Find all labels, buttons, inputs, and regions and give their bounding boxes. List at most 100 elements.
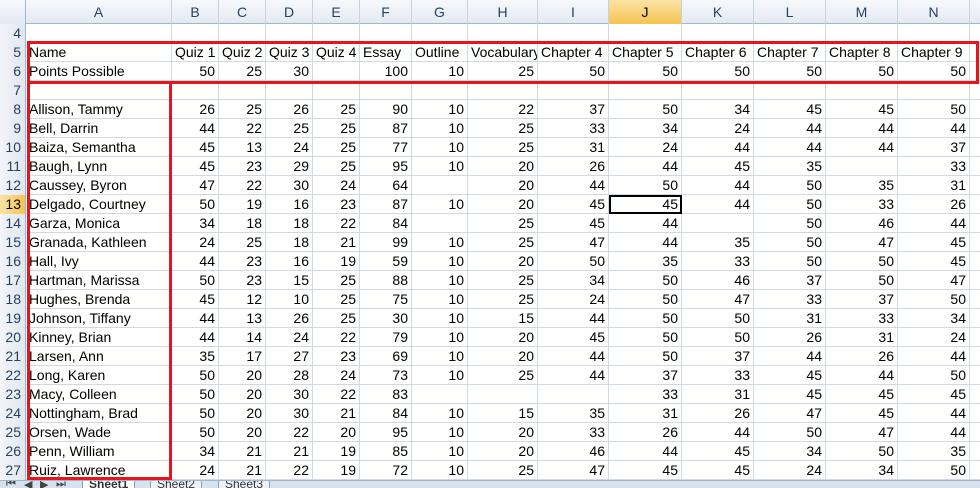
cell-i20[interactable]: 45 bbox=[538, 328, 609, 347]
cell-c10[interactable]: 13 bbox=[219, 138, 266, 157]
cell-i12[interactable]: 44 bbox=[538, 176, 609, 195]
cell-f24[interactable]: 84 bbox=[360, 404, 412, 423]
cell-n26[interactable]: 35 bbox=[898, 442, 970, 461]
column-header-j[interactable]: J bbox=[609, 0, 682, 24]
cell-m27[interactable]: 34 bbox=[826, 461, 898, 480]
cell-j4[interactable] bbox=[609, 24, 682, 43]
cell-n14[interactable]: 44 bbox=[898, 214, 970, 233]
cell-e27[interactable]: 19 bbox=[313, 461, 360, 480]
cell-l14[interactable]: 50 bbox=[754, 214, 826, 233]
cell-f25[interactable]: 95 bbox=[360, 423, 412, 442]
cell-d24[interactable]: 30 bbox=[266, 404, 313, 423]
cell-g27[interactable]: 10 bbox=[412, 461, 468, 480]
cell-e5[interactable]: Quiz 4 bbox=[313, 43, 360, 62]
cell-m25[interactable]: 47 bbox=[826, 423, 898, 442]
cell-c27[interactable]: 21 bbox=[219, 461, 266, 480]
cell-h27[interactable]: 25 bbox=[468, 461, 538, 480]
cell-d5[interactable]: Quiz 3 bbox=[266, 43, 313, 62]
cell-c21[interactable]: 17 bbox=[219, 347, 266, 366]
cell-f11[interactable]: 95 bbox=[360, 157, 412, 176]
cell-c24[interactable]: 20 bbox=[219, 404, 266, 423]
cell-g23[interactable] bbox=[412, 385, 468, 404]
prev-sheet-nav-icon[interactable]: ◀ bbox=[24, 481, 32, 488]
cell-b27[interactable]: 24 bbox=[172, 461, 219, 480]
cell-k17[interactable]: 46 bbox=[682, 271, 754, 290]
cell-k27[interactable]: 45 bbox=[682, 461, 754, 480]
column-header-b[interactable]: B bbox=[172, 0, 219, 24]
cell-a13[interactable]: Delgado, Courtney bbox=[26, 195, 172, 214]
cell-b26[interactable]: 34 bbox=[172, 442, 219, 461]
cell-a5[interactable]: Name bbox=[26, 43, 172, 62]
cell-m21[interactable]: 26 bbox=[826, 347, 898, 366]
cell-f19[interactable]: 30 bbox=[360, 309, 412, 328]
row-header-21[interactable]: 21 bbox=[0, 347, 26, 366]
cell-d21[interactable]: 27 bbox=[266, 347, 313, 366]
cell-n24[interactable]: 44 bbox=[898, 404, 970, 423]
cell-j26[interactable]: 44 bbox=[609, 442, 682, 461]
cell-e25[interactable]: 20 bbox=[313, 423, 360, 442]
cell-j8[interactable]: 50 bbox=[609, 100, 682, 119]
cell-l5[interactable]: Chapter 7 bbox=[754, 43, 826, 62]
sheet-tab-sheet3[interactable]: Sheet3 bbox=[218, 481, 271, 488]
cell-d6[interactable]: 30 bbox=[266, 62, 313, 81]
cell-m22[interactable]: 44 bbox=[826, 366, 898, 385]
cell-b23[interactable]: 50 bbox=[172, 385, 219, 404]
row-header-19[interactable]: 19 bbox=[0, 309, 26, 328]
cell-d13[interactable]: 16 bbox=[266, 195, 313, 214]
cell-c11[interactable]: 23 bbox=[219, 157, 266, 176]
cell-d17[interactable]: 15 bbox=[266, 271, 313, 290]
cell-c14[interactable]: 18 bbox=[219, 214, 266, 233]
cell-g17[interactable]: 10 bbox=[412, 271, 468, 290]
cell-n10[interactable]: 37 bbox=[898, 138, 970, 157]
cell-c7[interactable] bbox=[219, 81, 266, 100]
cell-k12[interactable]: 44 bbox=[682, 176, 754, 195]
cell-i25[interactable]: 33 bbox=[538, 423, 609, 442]
cell-a14[interactable]: Garza, Monica bbox=[26, 214, 172, 233]
cell-j24[interactable]: 31 bbox=[609, 404, 682, 423]
cell-e6[interactable] bbox=[313, 62, 360, 81]
cell-n19[interactable]: 34 bbox=[898, 309, 970, 328]
cell-l15[interactable]: 50 bbox=[754, 233, 826, 252]
cell-h25[interactable]: 20 bbox=[468, 423, 538, 442]
row-header-15[interactable]: 15 bbox=[0, 233, 26, 252]
cell-n6[interactable]: 50 bbox=[898, 62, 970, 81]
cell-b19[interactable]: 44 bbox=[172, 309, 219, 328]
cell-e22[interactable]: 24 bbox=[313, 366, 360, 385]
cell-i26[interactable]: 46 bbox=[538, 442, 609, 461]
cell-d12[interactable]: 30 bbox=[266, 176, 313, 195]
cell-c15[interactable]: 25 bbox=[219, 233, 266, 252]
cell-h5[interactable]: Vocabulary bbox=[468, 43, 538, 62]
row-header-23[interactable]: 23 bbox=[0, 385, 26, 404]
cell-d20[interactable]: 24 bbox=[266, 328, 313, 347]
cell-k20[interactable]: 50 bbox=[682, 328, 754, 347]
row-header-14[interactable]: 14 bbox=[0, 214, 26, 233]
cell-e15[interactable]: 21 bbox=[313, 233, 360, 252]
cell-l9[interactable]: 44 bbox=[754, 119, 826, 138]
cell-k19[interactable]: 50 bbox=[682, 309, 754, 328]
cell-f18[interactable]: 75 bbox=[360, 290, 412, 309]
cell-m10[interactable]: 44 bbox=[826, 138, 898, 157]
cell-k5[interactable]: Chapter 6 bbox=[682, 43, 754, 62]
cell-j17[interactable]: 50 bbox=[609, 271, 682, 290]
cell-b6[interactable]: 50 bbox=[172, 62, 219, 81]
cell-g18[interactable]: 10 bbox=[412, 290, 468, 309]
column-header-c[interactable]: C bbox=[219, 0, 266, 24]
cell-a21[interactable]: Larsen, Ann bbox=[26, 347, 172, 366]
cell-e7[interactable] bbox=[313, 81, 360, 100]
cell-j13[interactable]: 45 bbox=[609, 195, 682, 214]
cell-a23[interactable]: Macy, Colleen bbox=[26, 385, 172, 404]
column-header-f[interactable]: F bbox=[360, 0, 412, 24]
cell-e26[interactable]: 19 bbox=[313, 442, 360, 461]
cell-n16[interactable]: 45 bbox=[898, 252, 970, 271]
cell-c20[interactable]: 14 bbox=[219, 328, 266, 347]
cell-f12[interactable]: 64 bbox=[360, 176, 412, 195]
cell-h15[interactable]: 25 bbox=[468, 233, 538, 252]
cell-l26[interactable]: 34 bbox=[754, 442, 826, 461]
cell-e16[interactable]: 19 bbox=[313, 252, 360, 271]
cell-f26[interactable]: 85 bbox=[360, 442, 412, 461]
cell-n5[interactable]: Chapter 9 bbox=[898, 43, 970, 62]
cell-a17[interactable]: Hartman, Marissa bbox=[26, 271, 172, 290]
cell-j5[interactable]: Chapter 5 bbox=[609, 43, 682, 62]
cell-a25[interactable]: Orsen, Wade bbox=[26, 423, 172, 442]
cell-h19[interactable]: 15 bbox=[468, 309, 538, 328]
